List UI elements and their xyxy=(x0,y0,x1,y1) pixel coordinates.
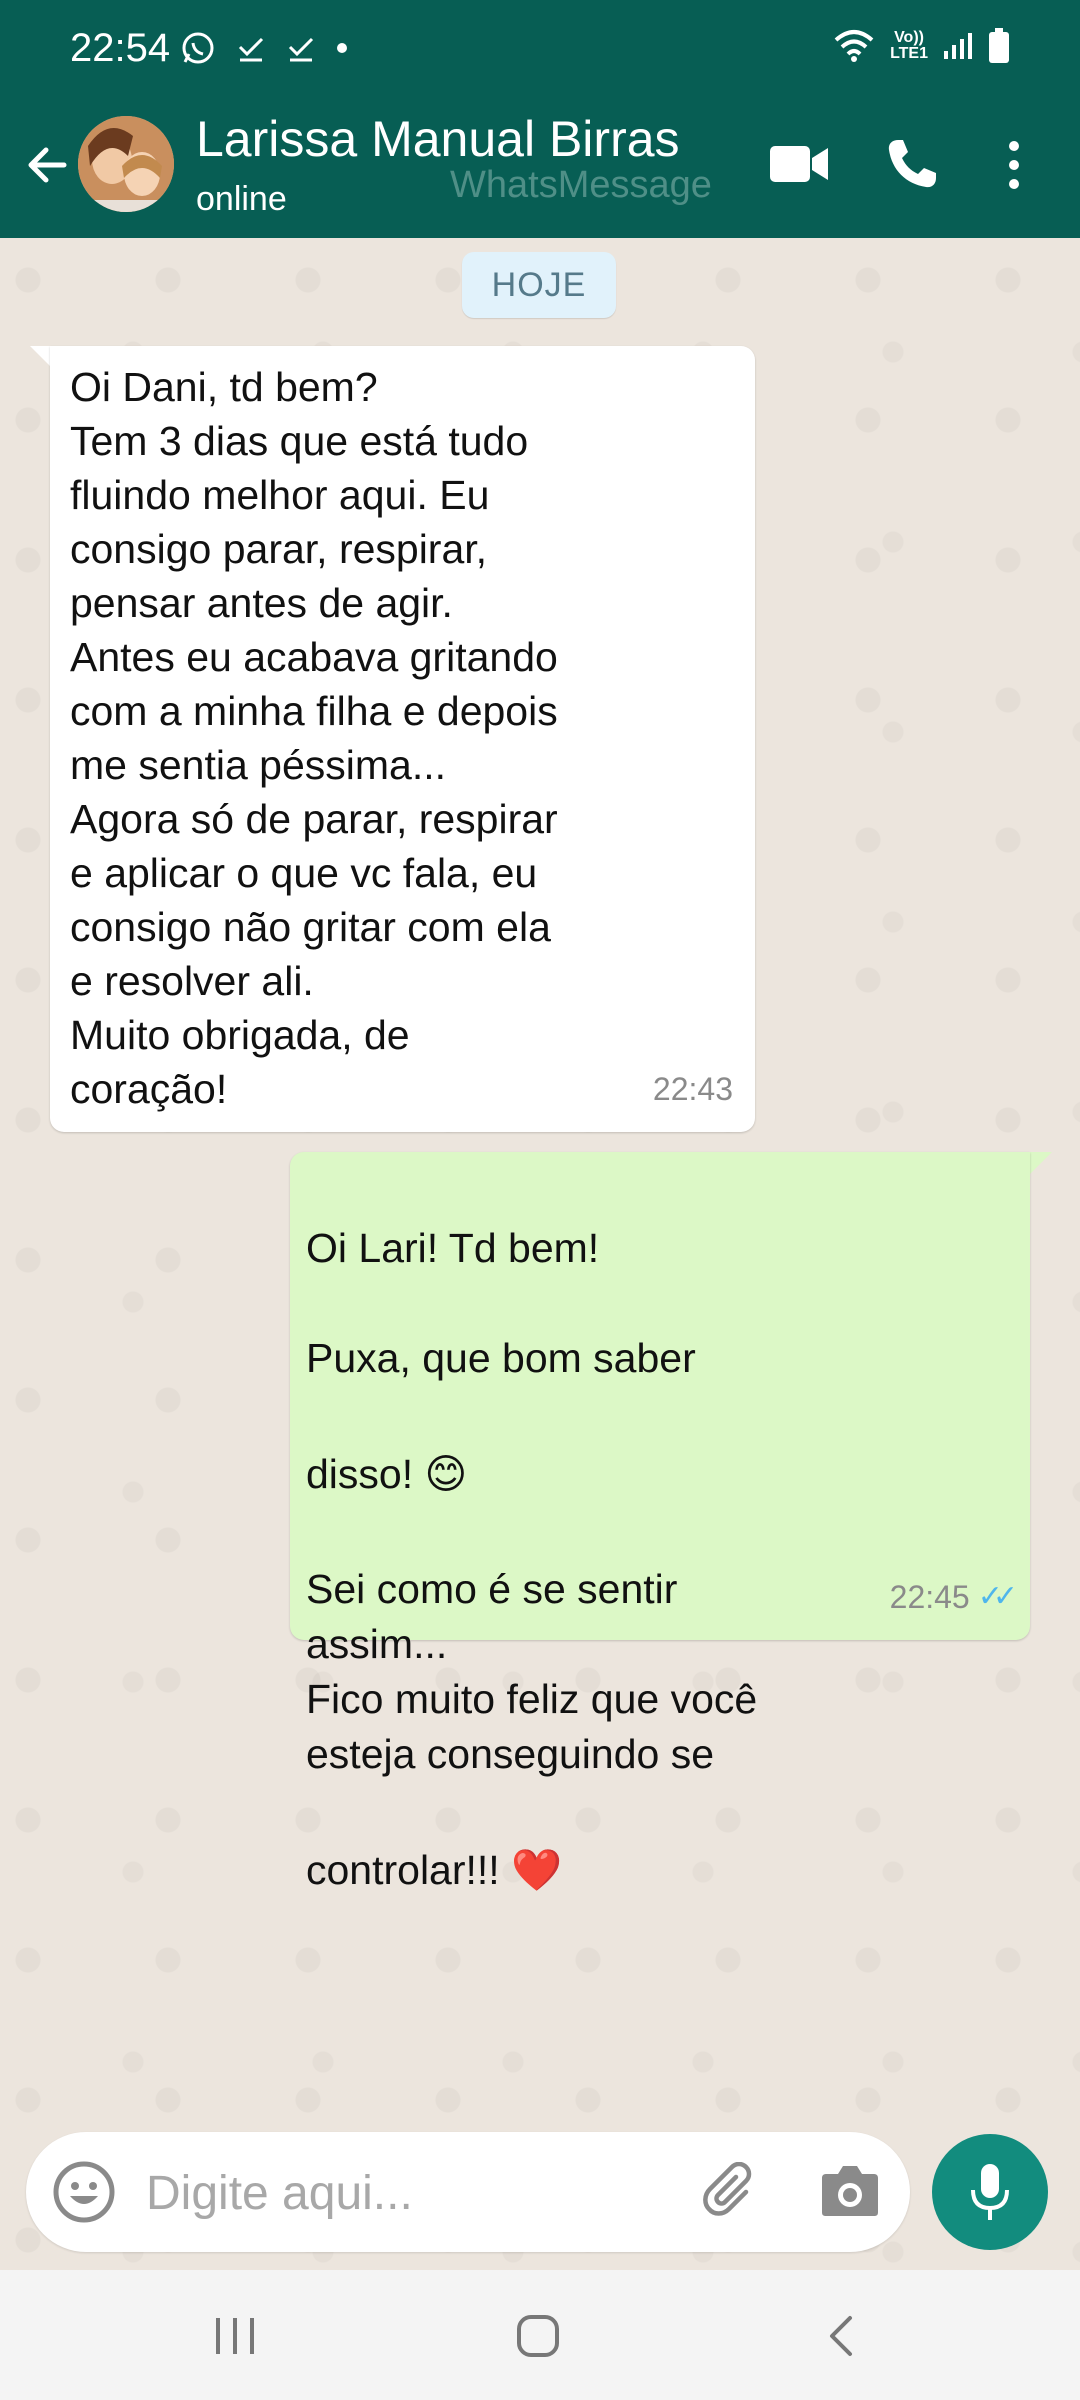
battery-icon xyxy=(989,28,1009,63)
check-icon xyxy=(288,37,314,62)
signal-icon xyxy=(944,33,972,59)
read-ticks-icon: ✓✓ xyxy=(977,1580,1018,1613)
lte-indicator: Vo)) LTE1 xyxy=(890,30,928,62)
more-options-icon[interactable] xyxy=(1000,138,1028,192)
lte-top-label: Vo)) xyxy=(894,29,924,46)
dot-icon xyxy=(337,43,347,53)
message-line: Puxa, que bom saber xyxy=(306,1335,696,1381)
message-time: 22:43 xyxy=(652,1071,733,1107)
status-bar: 22:54 Vo)) LTE1 xyxy=(0,0,1080,92)
message-meta: 22:45 ✓✓ xyxy=(889,1570,1018,1624)
contact-status: online xyxy=(196,180,287,218)
contact-name[interactable]: Larissa Manual Birras xyxy=(196,110,680,168)
mic-button[interactable] xyxy=(932,2134,1048,2250)
incoming-bubble-tail xyxy=(30,346,52,368)
navigation-bar xyxy=(0,2270,1080,2400)
lte-bottom-label: LTE1 xyxy=(890,45,928,62)
back-arrow-icon[interactable] xyxy=(20,137,76,193)
watermark: WhatsMessage xyxy=(450,164,712,206)
message-line: Oi Lari! Td bem! xyxy=(306,1225,600,1271)
message-text-block: Oi Lari! Td bem! Puxa, que bom saber dis… xyxy=(306,1166,906,1958)
camera-icon[interactable] xyxy=(820,2162,880,2218)
outgoing-bubble-tail xyxy=(1030,1152,1052,1174)
message-input[interactable]: Digite aqui... xyxy=(146,2166,413,2221)
nav-back-icon[interactable] xyxy=(826,2314,856,2358)
phone-icon[interactable] xyxy=(884,136,940,192)
mic-icon xyxy=(971,2164,1009,2220)
avatar-picture xyxy=(78,116,174,212)
message-composer: Digite aqui... xyxy=(26,2132,910,2252)
recent-apps-icon[interactable] xyxy=(214,2316,256,2356)
message-time: 22:45 xyxy=(889,1579,970,1615)
incoming-message[interactable]: Oi Dani, td bem? Tem 3 dias que está tud… xyxy=(50,346,755,1132)
message-meta: 22:43 xyxy=(653,1062,733,1116)
emoji-icon[interactable] xyxy=(52,2160,116,2224)
message-line: Sei como é se sentir assim... Fico muito… xyxy=(306,1566,758,1777)
chat-area[interactable]: HOJE Oi Dani, td bem? Tem 3 dias que est… xyxy=(0,238,1080,2270)
message-line: controlar!!! ❤️ xyxy=(306,1847,563,1893)
whatsapp-icon xyxy=(182,32,214,64)
system-icons: Vo)) LTE1 xyxy=(832,28,1010,64)
outgoing-message[interactable]: Oi Lari! Td bem! Puxa, que bom saber dis… xyxy=(290,1152,1030,1893)
video-call-icon[interactable] xyxy=(768,142,830,186)
avatar[interactable] xyxy=(78,116,174,212)
attach-icon[interactable] xyxy=(702,2162,762,2222)
check-icon xyxy=(238,37,264,62)
chat-header: Larissa Manual Birras online WhatsMessag… xyxy=(0,92,1080,238)
wifi-icon xyxy=(834,30,874,62)
home-icon[interactable] xyxy=(516,2314,560,2358)
notification-icons xyxy=(180,30,348,66)
message-text: Oi Dani, td bem? Tem 3 dias que está tud… xyxy=(70,364,558,1112)
status-time: 22:54 xyxy=(70,26,171,70)
message-line: disso! 😊 xyxy=(306,1451,468,1497)
date-label: HOJE xyxy=(462,252,616,318)
